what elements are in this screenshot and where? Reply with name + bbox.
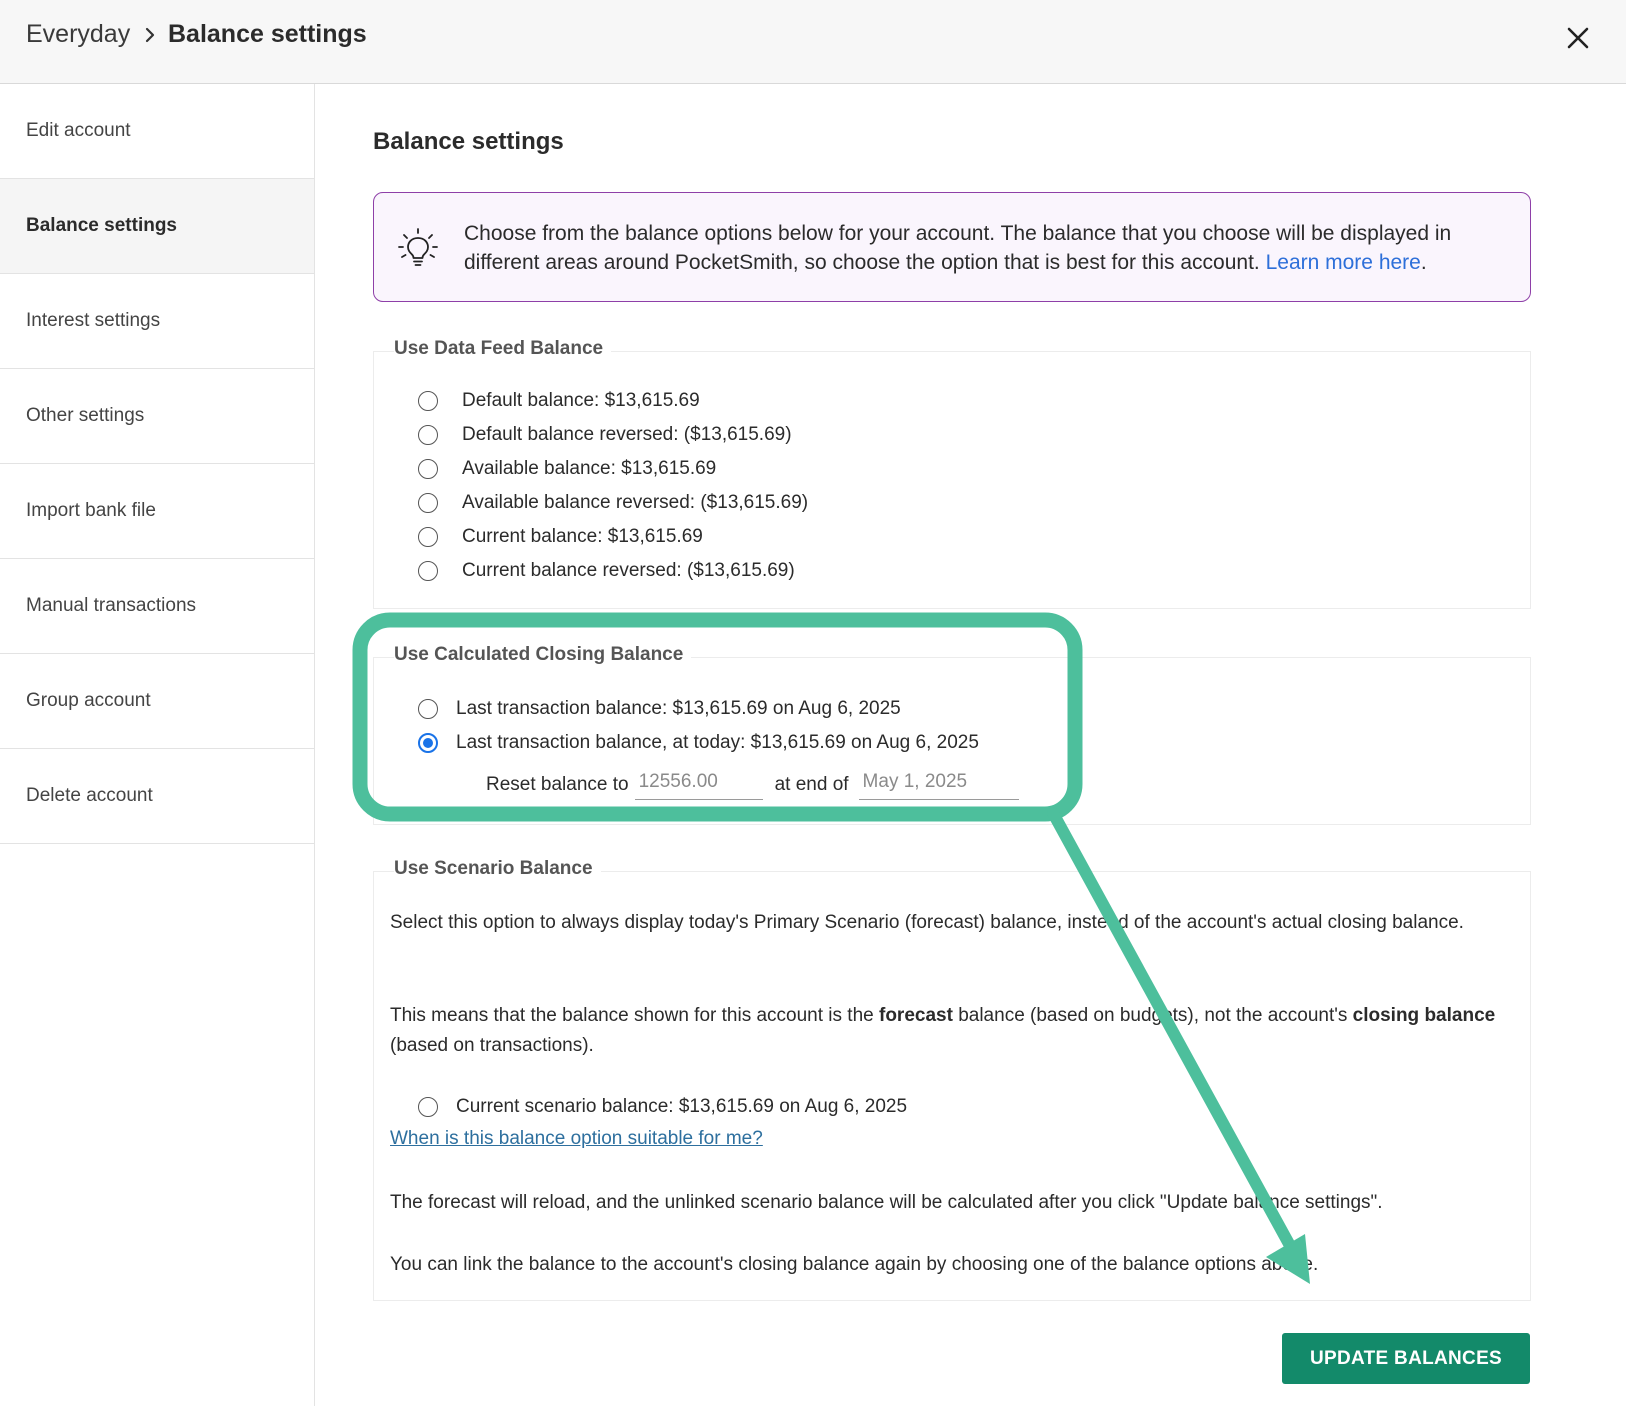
para2-post: (based on transactions).: [390, 1035, 594, 1056]
radio-available-balance-reversed[interactable]: Available balance reversed: ($13,615.69): [418, 492, 808, 514]
calculated-balance-fieldset: Use Calculated Closing Balance Last tran…: [373, 644, 1531, 825]
radio-current-balance[interactable]: Current balance: $13,615.69: [418, 526, 703, 548]
breadcrumb-current: Balance settings: [168, 20, 367, 48]
info-callout: Choose from the balance options below fo…: [373, 192, 1531, 302]
breadcrumb-root[interactable]: Everyday: [26, 20, 130, 49]
sidebar-item-manual-transactions[interactable]: Manual transactions: [0, 559, 314, 654]
radio-button[interactable]: [418, 459, 438, 479]
reset-balance-label: Reset balance to: [486, 773, 629, 795]
para2-mid: balance (based on budgets), not the acco…: [952, 1005, 1353, 1026]
radio-label: Current balance reversed: ($13,615.69): [462, 560, 795, 581]
sidebar-item-edit-account[interactable]: Edit account: [0, 84, 314, 179]
radio-label: Last transaction balance, at today: $13,…: [456, 732, 979, 753]
radio-button[interactable]: [418, 1097, 438, 1117]
end-date-input[interactable]: [858, 769, 1019, 800]
radio-label: Current balance: $13,615.69: [462, 526, 703, 547]
page-title: Balance settings: [373, 128, 564, 155]
radio-default-balance-reversed[interactable]: Default balance reversed: ($13,615.69): [418, 424, 792, 446]
scenario-legend: Use Scenario Balance: [394, 858, 601, 880]
info-suffix: .: [1420, 251, 1427, 274]
data-feed-legend: Use Data Feed Balance: [394, 338, 612, 360]
radio-label: Available balance reversed: ($13,615.69): [462, 492, 809, 513]
radio-last-transaction-balance-today[interactable]: Last transaction balance, at today: $13,…: [418, 732, 979, 754]
radio-label: Available balance: $13,615.69: [462, 458, 717, 479]
para2-bold-closing: closing balance: [1352, 1005, 1496, 1026]
balance-option-help-link[interactable]: When is this balance option suitable for…: [390, 1128, 763, 1150]
sidebar-item-interest-settings[interactable]: Interest settings: [0, 274, 314, 369]
lightbulb-icon: [398, 228, 438, 266]
radio-current-scenario-balance[interactable]: Current scenario balance: $13,615.69 on …: [418, 1096, 907, 1118]
info-text: Choose from the balance options below fo…: [464, 219, 1514, 277]
sidebar-item-other-settings[interactable]: Other settings: [0, 369, 314, 464]
scenario-description: Select this option to always display tod…: [390, 912, 1464, 933]
reset-balance-row: Reset balance to at end of: [486, 769, 1019, 800]
para2-bold-forecast: forecast: [879, 1005, 953, 1026]
radio-last-transaction-balance[interactable]: Last transaction balance: $13,615.69 on …: [418, 698, 901, 720]
radio-button[interactable]: [418, 699, 438, 719]
sidebar-item-balance-settings[interactable]: Balance settings: [0, 179, 314, 274]
radio-button[interactable]: [418, 391, 438, 411]
radio-button-selected[interactable]: [418, 733, 438, 753]
radio-button[interactable]: [418, 527, 438, 547]
radio-default-balance[interactable]: Default balance: $13,615.69: [418, 390, 700, 412]
radio-button[interactable]: [418, 425, 438, 445]
radio-current-balance-reversed[interactable]: Current balance reversed: ($13,615.69): [418, 560, 795, 582]
close-icon[interactable]: [1560, 20, 1596, 56]
scenario-explanation: This means that the balance shown for th…: [390, 1001, 1500, 1061]
para2-pre: This means that the balance shown for th…: [390, 1005, 879, 1026]
scenario-reload-note: The forecast will reload, and the unlink…: [390, 1192, 1383, 1213]
data-feed-fieldset: Use Data Feed Balance Default balance: $…: [373, 338, 1531, 609]
end-of-label: at end of: [774, 773, 849, 795]
reset-balance-input[interactable]: [634, 769, 763, 800]
sidebar-item-group-account[interactable]: Group account: [0, 654, 314, 749]
sidebar: Edit account Balance settings Interest s…: [0, 84, 315, 1406]
radio-button[interactable]: [418, 561, 438, 581]
sidebar-item-import-bank-file[interactable]: Import bank file: [0, 464, 314, 559]
radio-label: Last transaction balance: $13,615.69 on …: [456, 698, 901, 719]
radio-label: Current scenario balance: $13,615.69 on …: [456, 1096, 908, 1117]
learn-more-link[interactable]: Learn more here: [1266, 251, 1421, 274]
radio-label: Default balance reversed: ($13,615.69): [462, 424, 792, 445]
chevron-right-icon: [145, 27, 155, 43]
radio-button[interactable]: [418, 493, 438, 513]
update-balances-button[interactable]: UPDATE BALANCES: [1282, 1333, 1530, 1384]
header-bar: Everyday Balance settings: [0, 0, 1626, 84]
radio-label: Default balance: $13,615.69: [462, 390, 700, 411]
sidebar-item-delete-account[interactable]: Delete account: [0, 749, 314, 844]
scenario-balance-fieldset: Use Scenario Balance Select this option …: [373, 858, 1531, 1301]
scenario-relink-note: You can link the balance to the account'…: [390, 1254, 1319, 1275]
calculated-legend: Use Calculated Closing Balance: [394, 644, 692, 666]
radio-available-balance[interactable]: Available balance: $13,615.69: [418, 458, 716, 480]
